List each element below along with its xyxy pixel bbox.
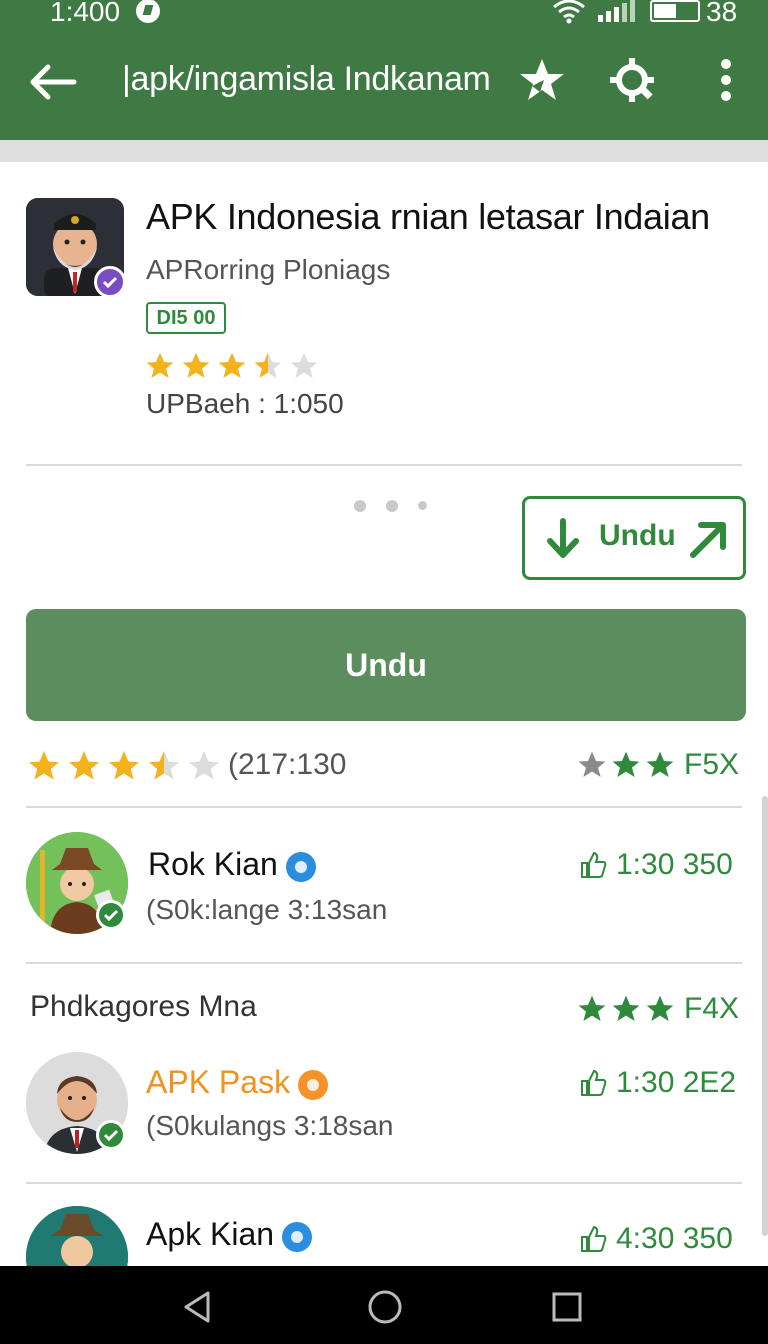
star-green-icon bbox=[646, 751, 674, 777]
notification-icon bbox=[136, 0, 160, 23]
list-item-count: 1:30 350 bbox=[578, 848, 733, 882]
list-item-name[interactable]: Rok Kian bbox=[148, 846, 316, 883]
list-item-name[interactable]: APK Pask bbox=[146, 1064, 329, 1101]
app-title: APK Indonesia rnian letasar Indaian bbox=[146, 196, 710, 237]
score-text: F5X bbox=[684, 748, 740, 781]
star-icon bbox=[182, 352, 210, 378]
list-item-name[interactable]: Apk Kian bbox=[146, 1216, 313, 1253]
content-rating-badge: DI5 00 bbox=[146, 302, 226, 334]
wifi-icon bbox=[553, 0, 585, 24]
list-item-count: 4:30 350 bbox=[578, 1222, 733, 1256]
star-green-icon bbox=[578, 995, 606, 1021]
divider bbox=[26, 806, 742, 808]
star-icon bbox=[218, 352, 246, 378]
list-item-count: 1:30 2E2 bbox=[578, 1066, 736, 1100]
list-item-subtitle: (S0kulangs 3:18san bbox=[146, 1110, 394, 1141]
count-text: 1:30 350 bbox=[616, 848, 733, 881]
page-indicator bbox=[354, 500, 427, 512]
toolbar-shadow bbox=[0, 140, 768, 162]
star-icon bbox=[254, 352, 282, 378]
rating-count: (217:130 bbox=[228, 748, 347, 781]
star-icon bbox=[29, 751, 59, 780]
verified-icon bbox=[285, 851, 316, 882]
app-star-rating bbox=[144, 350, 320, 382]
back-arrow-icon[interactable] bbox=[26, 62, 78, 102]
favorite-star-icon[interactable] bbox=[518, 56, 566, 104]
divider bbox=[26, 464, 742, 466]
app-updated: UPBaeh : 1:050 bbox=[146, 388, 344, 419]
verified-icon bbox=[282, 1221, 313, 1252]
star-green-icon bbox=[612, 751, 640, 777]
star-icon bbox=[290, 352, 318, 378]
count-text: 4:30 350 bbox=[616, 1222, 733, 1255]
download-arrow-icon bbox=[547, 518, 579, 558]
status-time: 1:400 bbox=[50, 0, 121, 27]
more-vert-icon[interactable] bbox=[712, 58, 740, 102]
section-score: F4X bbox=[576, 992, 739, 1026]
thumb-icon bbox=[581, 851, 607, 878]
score-summary: F5X bbox=[576, 748, 739, 782]
signal-icon bbox=[598, 0, 635, 22]
thumb-icon bbox=[581, 1225, 607, 1252]
nav-back-icon[interactable] bbox=[182, 1290, 212, 1324]
scrollbar[interactable] bbox=[762, 796, 768, 1236]
divider bbox=[26, 1182, 742, 1184]
download-outline-button[interactable]: Undu bbox=[522, 496, 746, 580]
check-badge-icon bbox=[96, 1120, 126, 1150]
download-outline-label: Undu bbox=[599, 519, 676, 552]
toolbar-title: |apk/ingamisla Indkanam bbox=[122, 60, 491, 98]
star-green-icon bbox=[612, 995, 640, 1021]
system-nav-bar bbox=[0, 1266, 768, 1344]
open-external-arrow-icon bbox=[690, 522, 726, 558]
app-bar: 1:400 38 |apk/ingamisla Indkanam bbox=[0, 0, 768, 140]
thumb-icon bbox=[581, 1069, 607, 1096]
status-bar: 1:400 38 bbox=[0, 0, 768, 27]
star-icon bbox=[146, 352, 174, 378]
app-developer[interactable]: APRorring Ploniags bbox=[146, 254, 390, 286]
section-score-text: F4X bbox=[684, 992, 740, 1025]
nav-home-icon[interactable] bbox=[368, 1290, 402, 1324]
toolbar: |apk/ingamisla Indkanam bbox=[0, 40, 768, 124]
count-text: 1:30 2E2 bbox=[616, 1066, 737, 1099]
divider bbox=[26, 962, 742, 964]
star-icon bbox=[109, 751, 139, 780]
overall-star-rating bbox=[26, 748, 222, 784]
star-green-icon bbox=[646, 995, 674, 1021]
check-badge-icon bbox=[96, 900, 126, 930]
search-icon[interactable] bbox=[608, 56, 656, 104]
nav-recents-icon[interactable] bbox=[552, 1292, 582, 1322]
star-icon bbox=[189, 751, 219, 780]
star-icon bbox=[149, 751, 179, 780]
battery-level: 38 bbox=[706, 0, 738, 27]
star-gray-icon bbox=[578, 751, 606, 777]
download-button[interactable]: Undu bbox=[26, 609, 746, 721]
verified-badge-icon bbox=[94, 266, 126, 298]
star-icon bbox=[69, 751, 99, 780]
list-item-subtitle: (S0k:lange 3:13san bbox=[146, 894, 388, 925]
section-title: Phdkagores Mna bbox=[30, 990, 257, 1023]
verified-icon bbox=[298, 1069, 329, 1100]
battery-icon bbox=[650, 0, 700, 22]
